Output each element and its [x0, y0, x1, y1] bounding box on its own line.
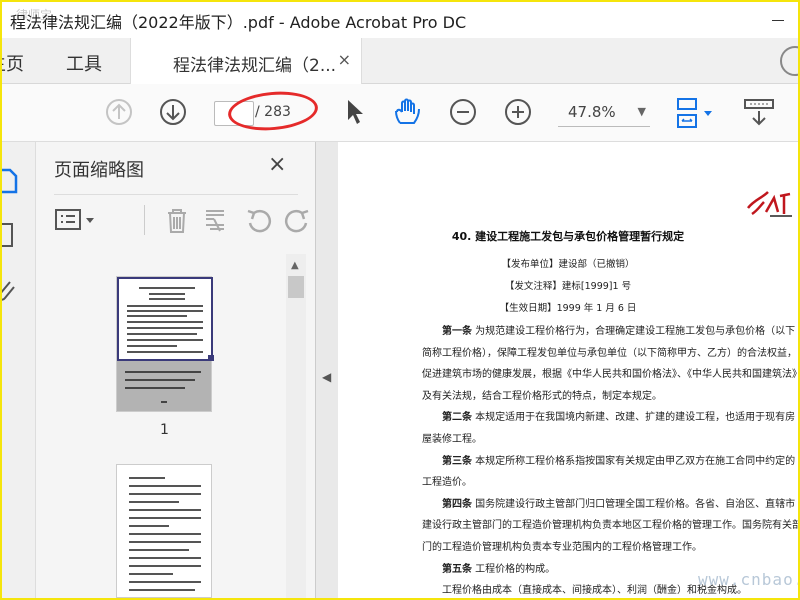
options-menu-icon[interactable]	[54, 205, 100, 235]
pdf-page: 40. 建设工程施工发包与承包价格管理暂行规定 【发布单位】建设部（已撤销） 【…	[338, 142, 798, 598]
body-line: 第一条 为规范建设工程价格行为，合理确定建设工程施工发包与承包价格（以下	[442, 322, 795, 337]
body-line: 及有关法规，结合工程价格形式的特点，制定本规定。	[422, 387, 662, 402]
close-tab-button[interactable]: ×	[338, 50, 351, 69]
tab-document[interactable]: 程法律法规汇编（2... ×	[130, 38, 362, 84]
doc-number-line: 【发文注释】建标[1999]1 号	[504, 281, 632, 292]
chevron-down-icon: ▼	[637, 105, 646, 118]
site-watermark: www.cnbao.com	[698, 570, 798, 589]
body-line: 第三条 本规定所称工程价格系指按国家有关规定由甲乙双方在施工合同中约定的	[442, 452, 795, 467]
panel-toolbar	[54, 194, 309, 246]
scroll-up-icon[interactable]: ▲	[291, 260, 299, 271]
body-line: 第四条 国务院建设行政主管部门归口管理全国工程价格。各省、自治区、直辖市	[442, 495, 795, 510]
zoom-select[interactable]: 47.8% ▼	[558, 99, 650, 127]
body-line: 屋装修工程。	[422, 430, 482, 445]
panel-scrollbar[interactable]: ▲	[286, 254, 306, 598]
help-icon[interactable]	[780, 46, 798, 76]
panel-close-button[interactable]: ×	[268, 152, 286, 177]
body-text: 及有关法规，结合工程价格形式的特点，制定本规定。	[422, 390, 662, 402]
body-text: 本规定所称工程价格系指按国家有关规定由甲乙双方在施工合同中约定的	[472, 455, 796, 467]
panel-title: 页面缩略图	[54, 160, 144, 181]
collapse-panel-icon[interactable]: ◀	[322, 370, 331, 384]
scrollbar-thumb[interactable]	[288, 276, 304, 298]
body-text: 国务院建设行政主管部门归口管理全国工程价格。各省、自治区、直辖市	[472, 498, 796, 510]
body-text: 本规定适用于在我国境内新建、改建、扩建的建设工程，也适用于现有房	[472, 412, 796, 424]
body-text: 为规范建设工程价格行为，合理确定建设工程施工发包与承包价格（以下	[472, 326, 796, 337]
bookmarks-icon[interactable]	[2, 220, 20, 250]
tab-bar: 主页 工具 程法律法规汇编（2... ×	[2, 38, 798, 84]
body-text: 工程价格的构成。	[472, 563, 556, 575]
minimize-button[interactable]	[772, 20, 784, 21]
body-text: 屋装修工程。	[422, 434, 482, 445]
highlight-oval	[226, 88, 320, 134]
attachments-icon[interactable]	[2, 276, 20, 306]
hand-tool-icon[interactable]	[392, 97, 424, 129]
next-page-icon[interactable]	[158, 97, 188, 127]
body-text: 工程造价。	[422, 477, 472, 489]
thumbnail-page-number: 1	[160, 422, 169, 438]
article-number: 第一条	[442, 326, 472, 337]
select-tool-icon[interactable]	[344, 97, 366, 127]
window-title: 程法律法规汇编（2022年版下）.pdf - Adobe Acrobat Pro…	[10, 13, 467, 32]
title-bar: 律师宝 程法律法规汇编（2022年版下）.pdf - Adobe Acrobat…	[2, 2, 798, 38]
publisher-logo	[747, 191, 792, 217]
acrobat-window: 律师宝 程法律法规汇编（2022年版下）.pdf - Adobe Acrobat…	[2, 2, 798, 598]
zoom-value: 47.8%	[568, 103, 616, 121]
rotate-counterclockwise-icon[interactable]	[244, 205, 274, 235]
body-text: 门的工程造价管理机构负责本专业范围内的工程价格管理工作。	[422, 542, 702, 553]
left-rail	[2, 142, 36, 598]
body-text: 建设行政主管部门的工程造价管理机构负责本地区工程价格的管理工作。国务院有关部	[422, 520, 798, 532]
toolbar-separator	[144, 205, 145, 235]
body-text: 促进建筑市场的健康发展，根据《中华人民共和国价格法》、《中华人民共和国建筑法》	[422, 369, 798, 381]
body-text: 简称工程价格），保障工程发包单位与承包单位（以下简称甲方、乙方）的合法权益，	[422, 347, 797, 359]
page-thumbnails-icon[interactable]	[2, 166, 20, 196]
page-thumbnail-1[interactable]	[116, 276, 214, 412]
article-number: 第三条	[442, 455, 472, 467]
document-title: 40. 建设工程施工发包与承包价格管理暂行规定	[451, 230, 685, 243]
body-line: 门的工程造价管理机构负责本专业范围内的工程价格管理工作。	[422, 538, 702, 553]
document-viewer[interactable]: ◀ 40. 建设工程施工发包与承包价格管理暂行规定 【发布单位】建设部（已撤销）…	[316, 142, 798, 598]
publisher-line: 【发布单位】建设部（已撤销）	[501, 259, 635, 270]
body-line: 建设行政主管部门的工程造价管理机构负责本地区工程价格的管理工作。国务院有关部	[422, 516, 798, 531]
body-line: 工程造价。	[422, 473, 472, 488]
body-line: 简称工程价格），保障工程发包单位与承包单位（以下简称甲方、乙方）的合法权益，	[422, 344, 797, 359]
thumbnail-visible-region[interactable]	[117, 277, 213, 361]
read-mode-icon[interactable]	[742, 97, 776, 129]
page-thumbnails-panel: 页面缩略图 × ▲ 1	[36, 142, 316, 598]
tab-tools[interactable]: 工具	[66, 50, 102, 76]
main-toolbar: / 283 47.8% ▼	[2, 84, 798, 142]
effective-date-line: 【生效日期】1999 年 1 月 6 日	[499, 303, 637, 314]
article-number: 第四条	[442, 498, 472, 510]
fit-page-icon[interactable]	[674, 97, 714, 131]
document-tab-label: 程法律法规汇编（2...	[173, 56, 337, 76]
thumbnail-resize-handle[interactable]	[208, 355, 214, 361]
rotate-clockwise-icon[interactable]	[284, 205, 314, 235]
page-thumbnail-2[interactable]	[116, 464, 212, 598]
body-line: 第二条 本规定适用于在我国境内新建、改建、扩建的建设工程，也适用于现有房	[442, 408, 795, 423]
body-line: 第五条 工程价格的构成。	[442, 560, 555, 575]
article-number: 第二条	[442, 412, 472, 424]
tab-home[interactable]: 主页	[2, 50, 24, 76]
delete-icon[interactable]	[162, 205, 192, 235]
zoom-in-icon[interactable]	[503, 97, 533, 127]
previous-page-icon[interactable]	[104, 97, 134, 127]
body-line: 促进建筑市场的健康发展，根据《中华人民共和国价格法》、《中华人民共和国建筑法》	[422, 365, 798, 380]
zoom-out-icon[interactable]	[448, 97, 478, 127]
extract-pages-icon[interactable]	[202, 205, 232, 235]
article-number: 第五条	[442, 563, 472, 575]
